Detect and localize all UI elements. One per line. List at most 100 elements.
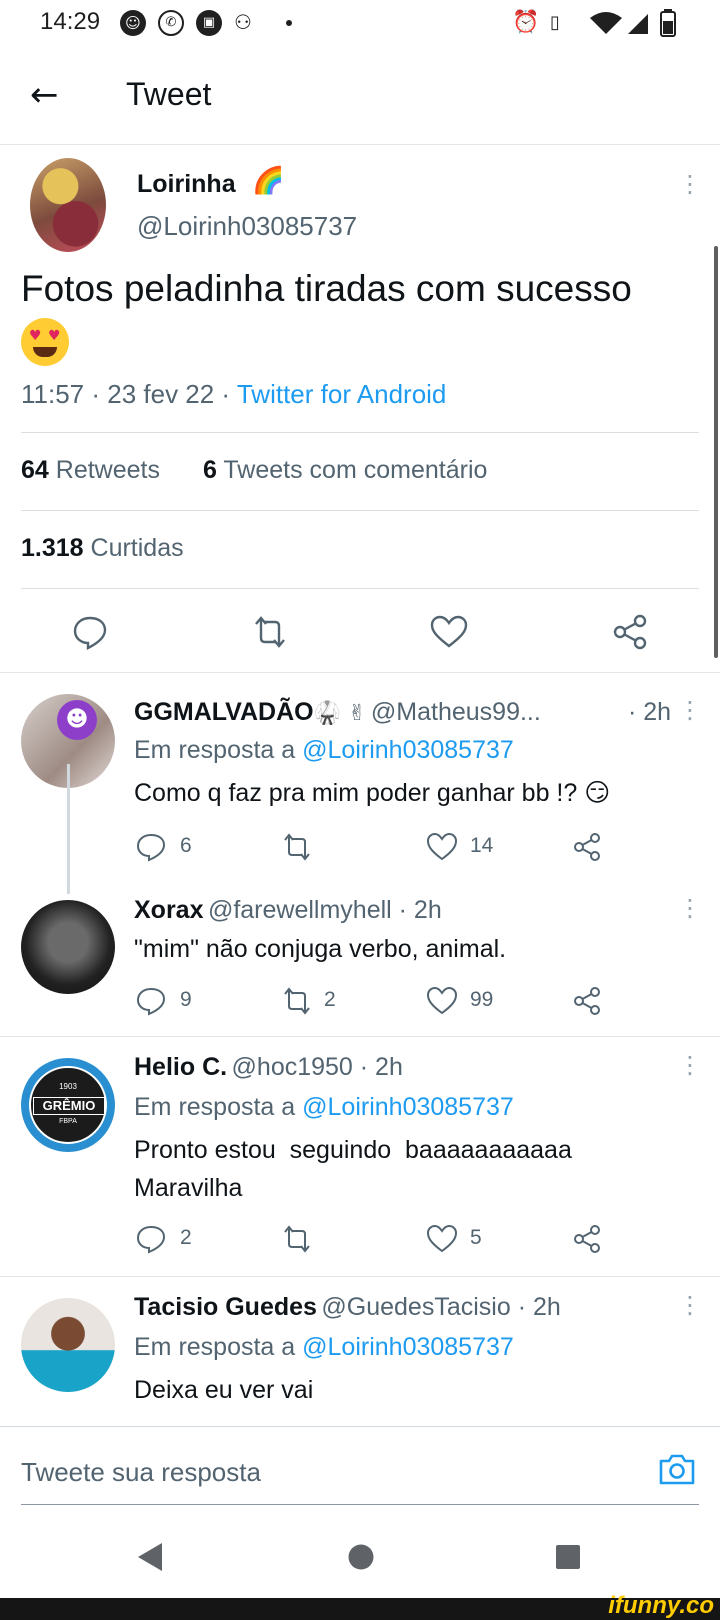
quotes-count: 6	[203, 456, 217, 484]
reply-text: Deixa eu ver vai	[134, 1376, 314, 1404]
reply-author-handle[interactable]: @GuedesTacisio · 2h	[321, 1293, 560, 1321]
reply-text: Como q faz pra mim poder ganhar bb !? 😏	[134, 779, 611, 807]
rainbow-emoji: 🌈	[252, 166, 285, 196]
likes-count: 1.318	[21, 534, 84, 562]
reply-author-handle[interactable]: @hoc1950 · 2h	[232, 1053, 403, 1081]
reply-prefix: Em resposta a	[134, 736, 303, 764]
reply-prefix: Em resposta a	[134, 1333, 303, 1361]
divider	[0, 672, 720, 673]
reply-input[interactable]: Tweete sua resposta	[21, 1457, 261, 1488]
share-icon[interactable]	[572, 832, 602, 862]
reply-text: "mim" não conjuga verbo, animal.	[134, 935, 507, 963]
like-icon[interactable]	[426, 1224, 458, 1254]
likes-label: Curtidas	[90, 534, 184, 562]
avatar[interactable]: 1903 GRÊMIO FBPA	[21, 1058, 115, 1152]
reply-icon[interactable]	[136, 986, 166, 1016]
page-title: Tweet	[126, 76, 212, 112]
reply-header: Tacisio Guedes @GuedesTacisio · 2h	[134, 1293, 561, 1322]
share-icon[interactable]	[572, 986, 602, 1016]
divider	[0, 1036, 720, 1037]
likes-stat[interactable]: 1.318 Curtidas	[21, 534, 184, 563]
like-icon[interactable]	[426, 832, 458, 862]
like-count: 99	[470, 988, 494, 1011]
reply-count: 6	[180, 834, 192, 857]
retweet-icon[interactable]	[280, 832, 314, 862]
more-options-icon[interactable]: ⋮	[678, 696, 702, 724]
reply-author-handle[interactable]: @Matheus99...	[371, 698, 541, 726]
avatar[interactable]	[21, 900, 115, 994]
smiley-icon: ☺	[120, 10, 146, 36]
status-bar: 14:29 ☺ ✆ ▣ ⚇ ⏰ ▯	[0, 0, 720, 48]
person-icon: ⚇	[234, 10, 252, 34]
avatar[interactable]	[21, 1298, 115, 1392]
reply-to-link[interactable]: @Loirinh03085737	[302, 1093, 514, 1121]
name-emojis: 🥋 ✌	[313, 701, 367, 726]
retweets-stat[interactable]: 64 Retweets	[21, 456, 160, 485]
logo-name: GRÊMIO	[33, 1097, 105, 1115]
share-icon[interactable]	[572, 1224, 602, 1254]
nav-home-icon[interactable]	[346, 1542, 376, 1572]
nav-recents-icon[interactable]	[554, 1543, 582, 1571]
retweet-icon[interactable]	[280, 986, 314, 1016]
gremio-logo: 1903 GRÊMIO FBPA	[29, 1066, 107, 1144]
reply-icon[interactable]	[136, 832, 166, 862]
reply-to-link[interactable]: @Loirinh03085737	[302, 736, 514, 764]
divider	[21, 510, 699, 511]
reply-author-name[interactable]: GGMALVADÃO	[134, 698, 314, 726]
devil-emoji: ☻	[57, 700, 97, 740]
divider	[21, 588, 699, 589]
more-options-icon[interactable]: ⋮	[678, 170, 702, 198]
author-handle[interactable]: @Loirinh03085737	[137, 211, 357, 242]
retweet-icon[interactable]	[280, 1224, 314, 1254]
reply-count: 2	[180, 1226, 192, 1249]
scrollbar[interactable]	[714, 246, 718, 658]
avatar[interactable]	[30, 158, 106, 252]
header-divider	[0, 144, 720, 145]
reply-header: GGMALVADÃO🥋 ✌ @Matheus99...	[134, 698, 541, 727]
wifi-icon	[590, 12, 622, 34]
like-icon[interactable]	[426, 986, 458, 1016]
nav-back-icon[interactable]	[134, 1540, 166, 1574]
reply-icon[interactable]	[72, 614, 108, 650]
share-icon[interactable]	[612, 614, 648, 650]
camera-icon[interactable]	[658, 1452, 696, 1486]
quotes-label: Tweets com comentário	[223, 456, 488, 484]
back-arrow-icon[interactable]: ←	[30, 75, 59, 115]
retweet-count: 2	[324, 988, 336, 1011]
alarm-icon: ⏰	[512, 10, 540, 35]
tweet-timestamp: 11:57 · 23 fev 22 ·	[21, 379, 237, 409]
reply-context: Em resposta a @Loirinh03085737	[134, 1333, 514, 1362]
reply-text-line-1: Pronto estou seguindo baaaaaaaaaaa	[134, 1136, 572, 1164]
like-count: 5	[470, 1226, 482, 1249]
author-name[interactable]: Loirinha	[137, 170, 236, 199]
tweet-text: Fotos peladinha tiradas com sucesso	[21, 268, 632, 309]
whatsapp-icon: ✆	[158, 10, 184, 36]
reply-icon[interactable]	[136, 1224, 166, 1254]
reply-author-handle[interactable]: @farewellmyhell · 2h	[208, 896, 442, 924]
like-icon[interactable]	[430, 614, 468, 650]
logo-sub: FBPA	[59, 1118, 77, 1125]
more-options-icon[interactable]: ⋮	[678, 1291, 702, 1319]
reply-header: Xorax @farewellmyhell · 2h	[134, 896, 442, 925]
tweet-source-link[interactable]: Twitter for Android	[237, 379, 447, 409]
logo-year: 1903	[59, 1082, 77, 1091]
more-options-icon[interactable]: ⋮	[678, 1051, 702, 1079]
dot-icon	[286, 20, 292, 26]
quotes-stat[interactable]: 6 Tweets com comentário	[203, 456, 487, 485]
reply-author-name[interactable]: Xorax	[134, 896, 203, 924]
reply-context: Em resposta a @Loirinh03085737	[134, 736, 514, 765]
reply-author-name[interactable]: Helio C.	[134, 1053, 227, 1081]
retweet-icon[interactable]	[250, 614, 290, 650]
input-underline	[21, 1504, 699, 1505]
heart-eyes-emoji: ♥ ♥	[21, 318, 69, 366]
thread-line	[67, 764, 70, 894]
notification-icon: ▣	[196, 10, 222, 36]
reply-to-link[interactable]: @Loirinh03085737	[302, 1333, 514, 1361]
more-options-icon[interactable]: ⋮	[678, 894, 702, 922]
signal-icon	[628, 14, 648, 34]
reply-count: 9	[180, 988, 192, 1011]
reply-time: · 2h	[628, 698, 672, 726]
reply-author-name[interactable]: Tacisio Guedes	[134, 1293, 317, 1321]
reply-prefix: Em resposta a	[134, 1093, 303, 1121]
like-count: 14	[470, 834, 494, 857]
